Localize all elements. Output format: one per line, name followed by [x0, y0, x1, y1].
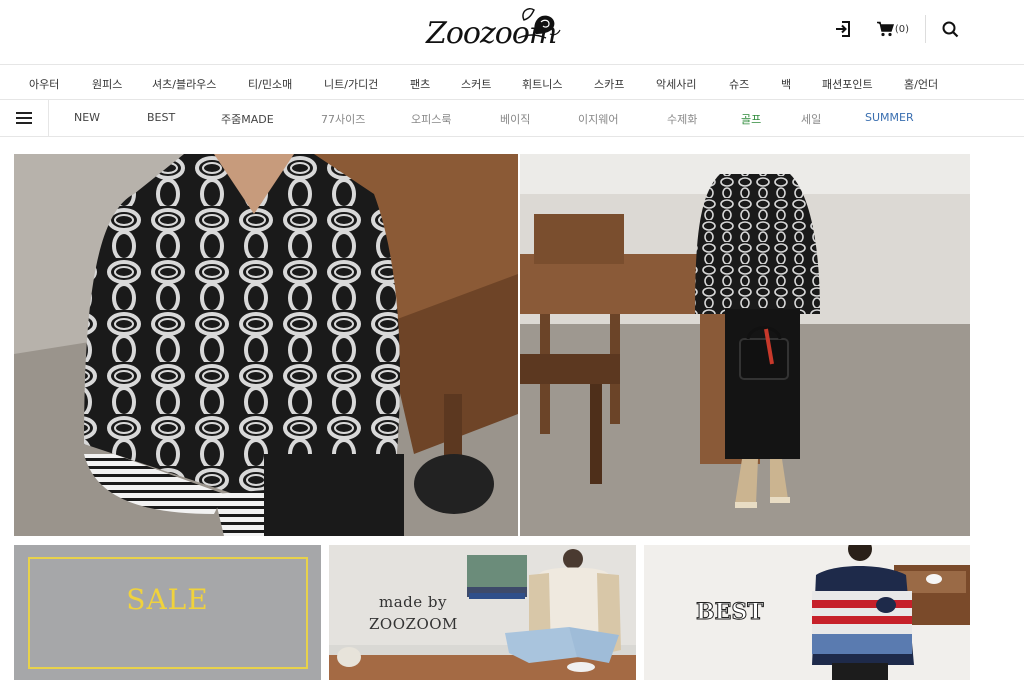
hamburger-icon	[16, 112, 32, 124]
category-item[interactable]: 홈/언더	[904, 76, 938, 92]
category-item[interactable]: 셔츠/블라우스	[152, 76, 216, 92]
category-item[interactable]: 스커트	[461, 76, 491, 92]
cart-count: (0)	[894, 23, 909, 35]
search-icon[interactable]	[940, 15, 960, 43]
category-item[interactable]: 패션포인트	[822, 76, 873, 92]
header-divider	[925, 15, 926, 43]
hamburger-menu-button[interactable]	[0, 100, 49, 136]
category-item[interactable]: 스카프	[594, 76, 624, 92]
full-outfit-image	[520, 154, 970, 536]
sale-banner[interactable]: SALE	[14, 545, 321, 680]
blouse-closeup-image	[14, 154, 518, 536]
login-icon[interactable]	[832, 15, 854, 43]
hero-banner-left[interactable]	[14, 154, 518, 536]
cart-icon	[876, 15, 894, 43]
subnav-77size[interactable]: 77사이즈	[321, 111, 365, 127]
best-banner[interactable]: BEST	[644, 545, 970, 680]
sub-nav: NEW BEST 주줌MADE 77사이즈 오피스룩 베이직 이지웨어 수제화 …	[0, 100, 1024, 137]
header-icons: (0)	[832, 14, 960, 44]
category-item[interactable]: 슈즈	[729, 76, 749, 92]
category-item[interactable]: 팬츠	[410, 76, 430, 92]
best-label: BEST	[696, 599, 765, 626]
hero-banner-right[interactable]	[520, 154, 970, 536]
made-by-label: made by	[379, 593, 447, 611]
category-item[interactable]: 악세사리	[656, 76, 696, 92]
category-item[interactable]: 휘트니스	[522, 76, 562, 92]
category-item[interactable]: 티/민소매	[248, 76, 292, 92]
subnav-summer[interactable]: SUMMER	[865, 111, 914, 124]
best-image	[644, 545, 970, 680]
made-by-image	[329, 545, 636, 680]
subnav-easywear[interactable]: 이지웨어	[578, 111, 618, 127]
subnav-new[interactable]: NEW	[74, 111, 100, 124]
site-header: Zoozoom (0)	[0, 0, 1024, 65]
zoozoom-label: ZOOZOOM	[369, 615, 458, 633]
category-nav: 아우터 원피스 셔츠/블라우스 티/민소매 니트/가디건 팬츠 스커트 휘트니스…	[0, 65, 1024, 100]
made-by-banner[interactable]: made by ZOOZOOM	[329, 545, 636, 680]
rose-logo-icon	[517, 8, 561, 39]
category-item[interactable]: 니트/가디건	[324, 76, 378, 92]
sale-label: SALE	[126, 583, 209, 616]
site-logo[interactable]: Zoozoom	[424, 4, 564, 60]
subnav-sale[interactable]: 세일	[801, 111, 821, 127]
category-item[interactable]: 아우터	[29, 76, 59, 92]
subnav-made[interactable]: 주줌MADE	[221, 111, 274, 127]
category-item[interactable]: 원피스	[92, 76, 122, 92]
subnav-handmade-shoes[interactable]: 수제화	[667, 111, 697, 127]
subnav-best[interactable]: BEST	[147, 111, 175, 124]
subnav-office[interactable]: 오피스룩	[411, 111, 451, 127]
subnav-golf[interactable]: 골프	[741, 111, 761, 127]
cart-button[interactable]: (0)	[876, 15, 909, 43]
category-item[interactable]: 백	[781, 76, 791, 92]
subnav-basic[interactable]: 베이직	[500, 111, 530, 127]
